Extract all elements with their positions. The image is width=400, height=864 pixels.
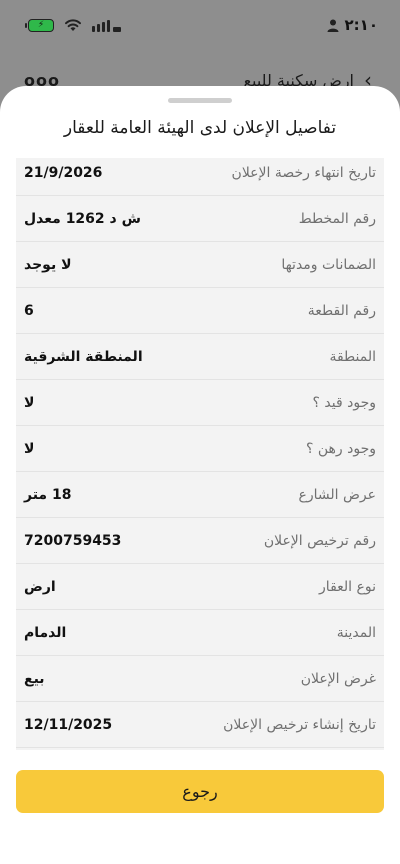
list-item: الضمانات ومدتها لا يوجد [16, 242, 384, 288]
row-value: المنطقة الشرقية [24, 348, 143, 365]
row-value: لا [24, 394, 35, 411]
row-value: بيع [24, 670, 45, 687]
row-label: المدينة [336, 624, 376, 641]
list-item: نوع العقار ارض [16, 564, 384, 610]
back-button[interactable]: رجوع [16, 770, 384, 813]
person-icon [327, 19, 339, 32]
row-value: 21/9/2026 [24, 164, 103, 181]
signal-icon [92, 19, 121, 32]
wifi-icon [65, 19, 81, 31]
row-value: ش د 1262 معدل [24, 210, 141, 227]
sheet-drag-handle[interactable] [168, 98, 232, 103]
status-bar: ⚡ ٢:١٠ [0, 0, 400, 50]
row-label: تاريخ انتهاء رخصة الإعلان [231, 164, 376, 181]
row-label: المنطقة [329, 348, 376, 365]
row-label: رقم ترخيص الإعلان [263, 532, 376, 549]
row-value: ارض [24, 578, 56, 595]
details-list[interactable]: تاريخ انتهاء رخصة الإعلان 21/9/2026 رقم … [16, 158, 384, 750]
sheet-title: تفاصيل الإعلان لدى الهيئة العامة للعقار [63, 118, 337, 138]
list-item: رقم ترخيص الإعلان 7200759453 [16, 518, 384, 564]
bottom-sheet: تفاصيل الإعلان لدى الهيئة العامة للعقار … [0, 86, 400, 864]
list-item: رقم القطعة 6 [16, 288, 384, 334]
row-label: تاريخ إنشاء ترخيص الإعلان [223, 716, 376, 733]
list-item: تاريخ انتهاء رخصة الإعلان 21/9/2026 [16, 158, 384, 196]
list-item: المدينة الدمام [16, 610, 384, 656]
row-value: لا [24, 440, 35, 457]
row-label: غرض الإعلان [300, 670, 376, 687]
row-value: 6 [24, 302, 34, 319]
list-item: وجود رهن ؟ لا [16, 426, 384, 472]
row-value: 18 متر [24, 486, 72, 503]
status-icons: ⚡ [25, 18, 121, 32]
row-value: لا يوجد [24, 256, 72, 273]
list-item: عرض الشارع 18 متر [16, 472, 384, 518]
list-item: رقم المخطط ش د 1262 معدل [16, 196, 384, 242]
row-label: وجود رهن ؟ [305, 440, 376, 457]
row-value: 7200759453 [24, 532, 122, 549]
row-label: عرض الشارع [298, 486, 376, 503]
list-item: غرض الإعلان بيع [16, 656, 384, 702]
status-time-group: ٢:١٠ [327, 16, 378, 34]
list-item: وجود قيد ؟ لا [16, 380, 384, 426]
row-value: 12/11/2025 [24, 716, 113, 733]
battery-charging-icon: ⚡ [25, 18, 54, 32]
row-label: نوع العقار [319, 578, 376, 595]
list-item: تاريخ إنشاء ترخيص الإعلان 12/11/2025 [16, 702, 384, 748]
status-time: ٢:١٠ [344, 16, 378, 34]
list-item: المنطقة المنطقة الشرقية [16, 334, 384, 380]
row-label: رقم القطعة [307, 302, 376, 319]
row-label: الضمانات ومدتها [281, 256, 376, 273]
row-label: رقم المخطط [298, 210, 376, 227]
row-label: وجود قيد ؟ [312, 394, 376, 411]
row-value: الدمام [24, 624, 67, 641]
